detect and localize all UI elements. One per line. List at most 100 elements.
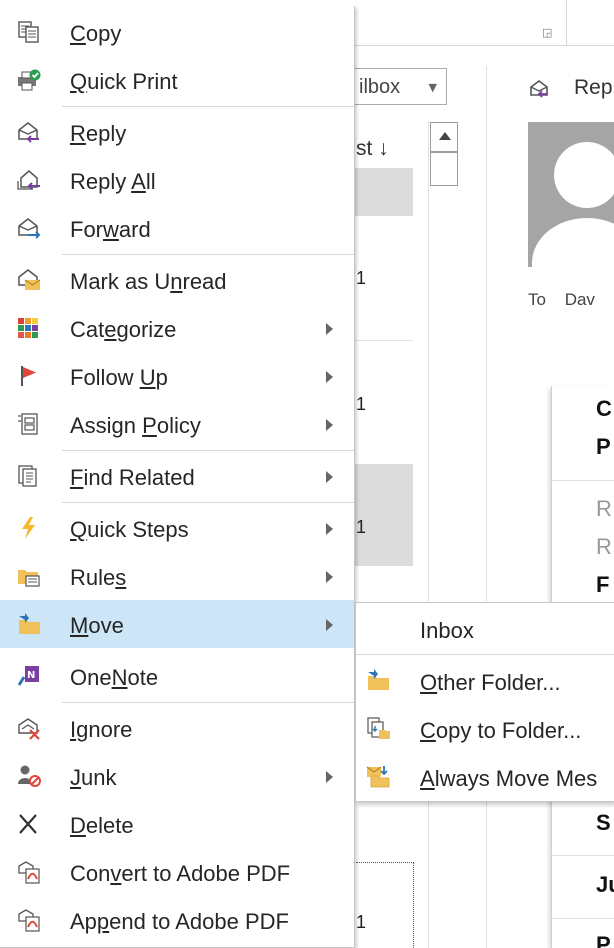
menu-item-label: Ignore <box>70 717 133 742</box>
popup-entry: P <box>596 932 611 948</box>
menu-item-junk[interactable]: Junk <box>0 752 354 800</box>
menu-item-label: Find Related <box>70 465 195 490</box>
menu-item-label: Follow Up <box>70 365 168 390</box>
menu-item-label: Reply <box>70 121 127 146</box>
submenu-arrow-icon <box>326 471 333 483</box>
popup-entry: Ju <box>596 872 614 897</box>
menu-item-append-pdf[interactable]: Append to Adobe PDF <box>0 896 354 944</box>
quick-steps-icon <box>22 517 35 539</box>
pane-divider <box>486 66 487 948</box>
menu-item-rules[interactable]: Rules <box>0 552 354 600</box>
menu-item-quick-steps[interactable]: Quick Steps <box>0 504 354 552</box>
submenu-arrow-icon <box>326 419 333 431</box>
menu-item-ignore[interactable]: Ignore <box>0 704 354 752</box>
submenu-item-label: Inbox <box>420 618 474 643</box>
popup-entry: R <box>596 496 612 521</box>
popup-entry: F <box>596 572 610 597</box>
menu-item-reply[interactable]: Reply <box>0 108 354 156</box>
menu-item-label: Reply All <box>70 169 156 194</box>
message-list-digit: 1 <box>356 268 367 288</box>
list-separator <box>355 340 413 341</box>
scroll-thumb[interactable] <box>430 152 458 186</box>
message-list-highlight <box>355 168 413 216</box>
onenote-icon: N <box>17 666 39 686</box>
menu-item-copy[interactable]: Copy <box>0 8 354 56</box>
menu-item-forward[interactable]: Forward <box>0 204 354 252</box>
submenu-arrow-icon <box>326 771 333 783</box>
message-list-digit: 1 <box>356 394 367 414</box>
copy-icon <box>18 21 39 43</box>
submenu-item-inbox[interactable]: Inbox <box>356 605 614 653</box>
ribbon-divider <box>566 0 567 46</box>
menu-item-label: Convert to Adobe PDF <box>70 861 291 886</box>
reply-all-icon <box>17 170 40 190</box>
submenu-item-copy-to-folder[interactable]: Copy to Folder... <box>356 705 614 753</box>
reply-icon <box>18 122 39 143</box>
message-list-scrollbar[interactable] <box>428 121 458 948</box>
chevron-down-icon: ▼ <box>428 81 437 94</box>
menu-item-assign-policy[interactable]: Assign Policy <box>0 400 354 448</box>
find-related-icon <box>18 465 37 487</box>
menu-item-label: Copy <box>70 21 122 46</box>
move-folder-icon <box>19 613 40 634</box>
popup-entry: S <box>596 810 611 835</box>
menu-item-label: Quick Steps <box>70 517 189 542</box>
popup-separator <box>551 480 614 481</box>
quick-print-icon <box>18 69 41 91</box>
always-move-icon <box>366 766 390 788</box>
popup-entry: R <box>596 534 612 559</box>
svg-text:N: N <box>27 670 35 681</box>
submenu-arrow-icon <box>326 371 333 383</box>
mark-unread-icon <box>18 269 41 290</box>
menu-separator <box>62 106 354 107</box>
junk-icon <box>18 765 41 787</box>
menu-item-quick-print[interactable]: Quick Print <box>0 56 354 104</box>
copy-to-folder-icon <box>367 717 390 739</box>
submenu-arrow-icon <box>326 523 333 535</box>
message-list-digit: 1 <box>356 517 367 537</box>
menu-item-reply-all[interactable]: Reply All <box>0 156 354 204</box>
dialog-launcher-icon[interactable]: ◲ <box>542 26 552 39</box>
menu-item-move[interactable]: Move <box>0 600 354 648</box>
menu-item-label: Rules <box>70 565 127 590</box>
submenu-arrow-icon <box>326 571 333 583</box>
forward-icon <box>18 218 41 239</box>
menu-separator <box>62 254 354 255</box>
menu-item-label: Mark as Unread <box>70 269 227 294</box>
to-recipient[interactable]: Dav <box>565 290 595 309</box>
to-line: To Dav <box>528 290 595 310</box>
to-label: To <box>528 290 546 309</box>
scroll-up-button[interactable] <box>430 122 458 152</box>
menu-item-find-related[interactable]: Find Related <box>0 452 354 500</box>
ignore-icon <box>18 718 40 740</box>
menu-item-mark-unread[interactable]: Mark as Unread <box>0 256 354 304</box>
menu-item-categorize[interactable]: Categorize <box>0 304 354 352</box>
menu-item-convert-pdf[interactable]: Convert to Adobe PDF <box>0 848 354 896</box>
menu-item-onenote[interactable]: N OneNote <box>0 652 354 700</box>
menu-item-delete[interactable]: Delete <box>0 800 354 848</box>
reading-pane-reply-button[interactable]: Rep <box>574 76 613 100</box>
menu-item-label: Move <box>70 613 124 638</box>
message-list-selected-row[interactable] <box>355 464 413 566</box>
mailbox-selector-label: ilbox <box>359 76 401 98</box>
menu-separator <box>62 450 354 451</box>
submenu-item-other-folder[interactable]: Other Folder... <box>356 657 614 705</box>
popup-separator <box>551 855 614 856</box>
ribbon-strip <box>355 0 614 46</box>
menu-item-label: OneNote <box>70 665 159 690</box>
menu-item-label: Categorize <box>70 317 177 342</box>
rules-icon <box>18 570 40 587</box>
menu-separator <box>62 502 354 503</box>
other-folder-icon <box>368 669 389 690</box>
submenu-item-always-move[interactable]: Always Move Mes <box>356 753 614 801</box>
menu-item-follow-up[interactable]: Follow Up <box>0 352 354 400</box>
sort-order-label[interactable]: st ↓ <box>356 137 389 161</box>
mailbox-selector[interactable]: ilbox ▼ <box>340 68 447 105</box>
menu-item-label: Junk <box>70 765 117 790</box>
sender-avatar <box>528 122 614 267</box>
focus-outline <box>356 862 414 948</box>
reply-icon <box>530 80 548 98</box>
submenu-arrow-icon <box>326 323 333 335</box>
message-context-menu: Copy Quick Print Reply Reply All Forward… <box>0 6 355 948</box>
menu-item-label: Quick Print <box>70 69 178 94</box>
